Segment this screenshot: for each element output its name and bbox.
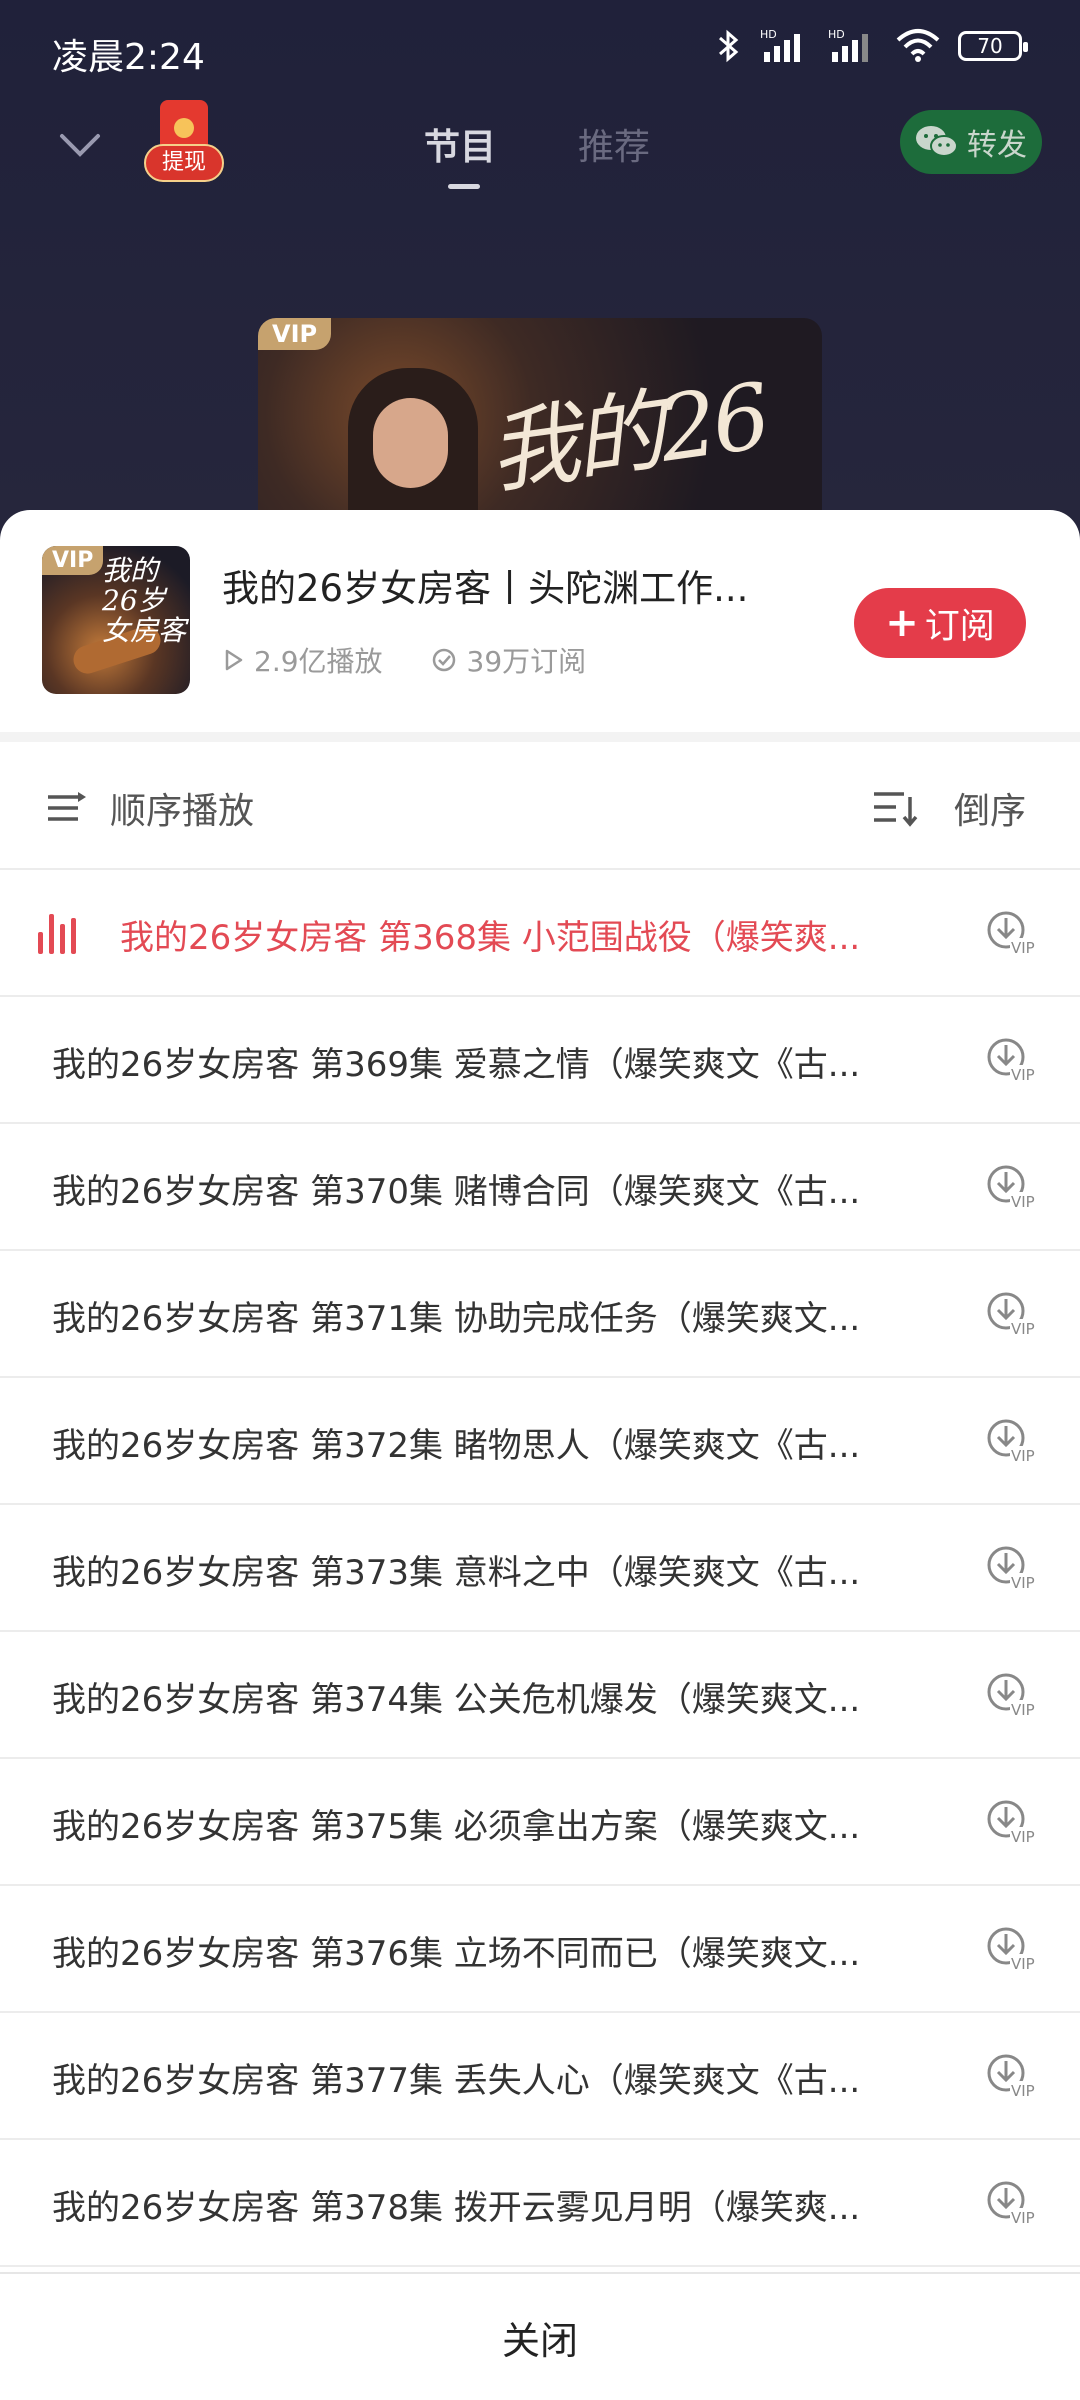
bluetooth-icon bbox=[719, 29, 739, 63]
subscribe-label: 订阅 bbox=[924, 606, 995, 647]
list-item[interactable]: 我的26岁女房客 第375集 必须拿出方案（爆笑爽文... VIP bbox=[0, 1759, 1080, 1886]
signal-icon-2: HD bbox=[828, 28, 868, 62]
battery-indicator: 70 bbox=[958, 31, 1028, 61]
episode-title: 我的26岁女房客 第371集 协助完成任务（爆笑爽文... bbox=[52, 1299, 861, 1339]
svg-text:VIP: VIP bbox=[1011, 1574, 1035, 1592]
tab-recommend[interactable]: 推荐 bbox=[578, 118, 650, 170]
svg-text:VIP: VIP bbox=[1011, 1193, 1035, 1211]
list-item[interactable]: 我的26岁女房客 第373集 意料之中（爆笑爽文《古... VIP bbox=[0, 1505, 1080, 1632]
download-vip-icon[interactable]: VIP bbox=[986, 1035, 1042, 1085]
list-item[interactable]: 我的26岁女房客 第372集 睹物思人（爆笑爽文《古... VIP bbox=[0, 1378, 1080, 1505]
list-item[interactable]: 我的26岁女房客 第378集 拨开云雾见月明（爆笑爽... VIP bbox=[0, 2140, 1080, 2267]
reverse-order-label: 倒序 bbox=[953, 791, 1026, 832]
list-item[interactable]: 我的26岁女房客 第370集 赌博合同（爆笑爽文《古... VIP bbox=[0, 1124, 1080, 1251]
album-title: 我的26岁女房客丨头陀渊工作... bbox=[222, 567, 749, 610]
subscribe-button[interactable]: + 订阅 bbox=[854, 588, 1026, 658]
sequential-play-label: 顺序播放 bbox=[110, 791, 255, 832]
list-item[interactable]: 我的26岁女房客 第374集 公关危机爆发（爆笑爽文... VIP bbox=[0, 1632, 1080, 1759]
svg-text:HD: HD bbox=[828, 28, 845, 41]
sort-row: 顺序播放 倒序 bbox=[0, 742, 1080, 870]
sequence-icon bbox=[48, 792, 86, 821]
list-item[interactable]: 我的26岁女房客 第376集 立场不同而已（爆笑爽文... VIP bbox=[0, 1886, 1080, 2013]
download-vip-icon[interactable]: VIP bbox=[986, 1670, 1042, 1720]
withdraw-redpacket-button[interactable]: 提现 bbox=[142, 100, 224, 192]
episode-title: 我的26岁女房客 第377集 丢失人心（爆笑爽文《古... bbox=[52, 2061, 861, 2101]
status-bar: 凌晨2:24 HD HD 70 bbox=[0, 0, 1080, 100]
episode-list-sheet: 我的26岁 女房客 VIP 我的26岁女房客丨头陀渊工作... 2.9亿播放 3… bbox=[0, 510, 1080, 2400]
svg-text:VIP: VIP bbox=[1011, 939, 1035, 957]
svg-text:VIP: VIP bbox=[1011, 2209, 1035, 2227]
svg-text:VIP: VIP bbox=[1011, 1320, 1035, 1338]
download-vip-icon[interactable]: VIP bbox=[986, 1162, 1042, 1212]
svg-text:VIP: VIP bbox=[1011, 1828, 1035, 1846]
play-icon bbox=[225, 649, 243, 671]
chevron-down-icon[interactable] bbox=[58, 130, 102, 160]
episode-title: 我的26岁女房客 第370集 赌博合同（爆笑爽文《古... bbox=[52, 1172, 861, 1212]
episode-title: 我的26岁女房客 第378集 拨开云雾见月明（爆笑爽... bbox=[52, 2188, 861, 2228]
episode-title: 我的26岁女房客 第376集 立场不同而已（爆笑爽文... bbox=[52, 1934, 861, 1974]
thumb-vip-badge: VIP bbox=[42, 546, 104, 575]
svg-text:HD: HD bbox=[760, 28, 777, 41]
episode-title: 我的26岁女房客 第368集 小范围战役（爆笑爽... bbox=[120, 918, 861, 958]
download-vip-icon[interactable]: VIP bbox=[986, 2051, 1042, 2101]
share-label: 转发 bbox=[967, 128, 1027, 163]
episode-title: 我的26岁女房客 第372集 睹物思人（爆笑爽文《古... bbox=[52, 1426, 861, 1466]
download-vip-icon[interactable]: VIP bbox=[986, 908, 1042, 958]
download-vip-icon[interactable]: VIP bbox=[986, 1797, 1042, 1847]
svg-text:VIP: VIP bbox=[1011, 1955, 1035, 1973]
svg-text:VIP: VIP bbox=[1011, 1066, 1035, 1084]
episode-title: 我的26岁女房客 第374集 公关危机爆发（爆笑爽文... bbox=[52, 1680, 861, 1720]
cover-vip-badge: VIP bbox=[258, 318, 332, 350]
episode-title: 我的26岁女房客 第375集 必须拿出方案（爆笑爽文... bbox=[52, 1807, 861, 1847]
close-button[interactable]: 关闭 bbox=[0, 2272, 1080, 2400]
download-vip-icon[interactable]: VIP bbox=[986, 2178, 1042, 2228]
now-playing-icon bbox=[38, 914, 76, 954]
list-item[interactable]: 我的26岁女房客 第371集 协助完成任务（爆笑爽文... VIP bbox=[0, 1251, 1080, 1378]
play-count: 2.9亿播放 bbox=[224, 640, 383, 680]
share-button[interactable]: 转发 bbox=[900, 110, 1042, 174]
episode-title: 我的26岁女房客 第369集 爱慕之情（爆笑爽文《古... bbox=[52, 1045, 861, 1085]
list-item[interactable]: 我的26岁女房客 第369集 爱慕之情（爆笑爽文《古... VIP bbox=[0, 997, 1080, 1124]
subscription-count-text: 39万订阅 bbox=[466, 645, 587, 678]
download-vip-icon[interactable]: VIP bbox=[986, 1289, 1042, 1339]
tab-programs[interactable]: 节目 bbox=[424, 118, 496, 189]
section-divider bbox=[0, 732, 1080, 742]
wifi-icon bbox=[896, 29, 940, 62]
cover-face bbox=[373, 398, 448, 488]
check-circle-icon bbox=[432, 648, 455, 672]
plus-icon: + bbox=[885, 600, 919, 646]
download-vip-icon[interactable]: VIP bbox=[986, 1543, 1042, 1593]
status-icons: HD HD 70 bbox=[716, 28, 1028, 64]
status-time: 凌晨2:24 bbox=[52, 37, 205, 78]
redpacket-label: 提现 bbox=[144, 144, 224, 182]
svg-text:VIP: VIP bbox=[1011, 2082, 1035, 2100]
list-item[interactable]: 我的26岁女房客 第368集 小范围战役（爆笑爽... VIP bbox=[0, 870, 1080, 997]
download-vip-icon[interactable]: VIP bbox=[986, 1416, 1042, 1466]
list-item[interactable]: 我的26岁女房客 第377集 丢失人心（爆笑爽文《古... VIP bbox=[0, 2013, 1080, 2140]
signal-icon: HD bbox=[760, 28, 800, 62]
reverse-sort-icon bbox=[873, 792, 918, 827]
thumb-title: 我的26岁 女房客 bbox=[102, 554, 187, 647]
player-background: 凌晨2:24 HD HD 70 提现 节目 推荐 转发 我的26岁 VIP bbox=[0, 0, 1080, 558]
album-header[interactable]: 我的26岁 女房客 VIP 我的26岁女房客丨头陀渊工作... 2.9亿播放 3… bbox=[0, 510, 1080, 732]
album-thumbnail: 我的26岁 女房客 VIP bbox=[42, 546, 190, 694]
episode-list: 我的26岁女房客 第368集 小范围战役（爆笑爽... VIP 我的26岁女房客… bbox=[0, 870, 1080, 2267]
play-count-text: 2.9亿播放 bbox=[254, 645, 383, 678]
svg-text:VIP: VIP bbox=[1011, 1447, 1035, 1465]
sequential-play-button[interactable]: 顺序播放 bbox=[46, 782, 254, 834]
episode-title: 我的26岁女房客 第373集 意料之中（爆笑爽文《古... bbox=[52, 1553, 861, 1593]
album-meta: 2.9亿播放 39万订阅 bbox=[224, 640, 586, 680]
subscription-count: 39万订阅 bbox=[431, 640, 587, 680]
download-vip-icon[interactable]: VIP bbox=[986, 1924, 1042, 1974]
wechat-icon bbox=[916, 126, 958, 157]
svg-text:VIP: VIP bbox=[1011, 1701, 1035, 1719]
player-nav: 提现 节目 推荐 转发 bbox=[0, 100, 1080, 210]
reverse-order-button[interactable]: 倒序 bbox=[872, 782, 1026, 834]
